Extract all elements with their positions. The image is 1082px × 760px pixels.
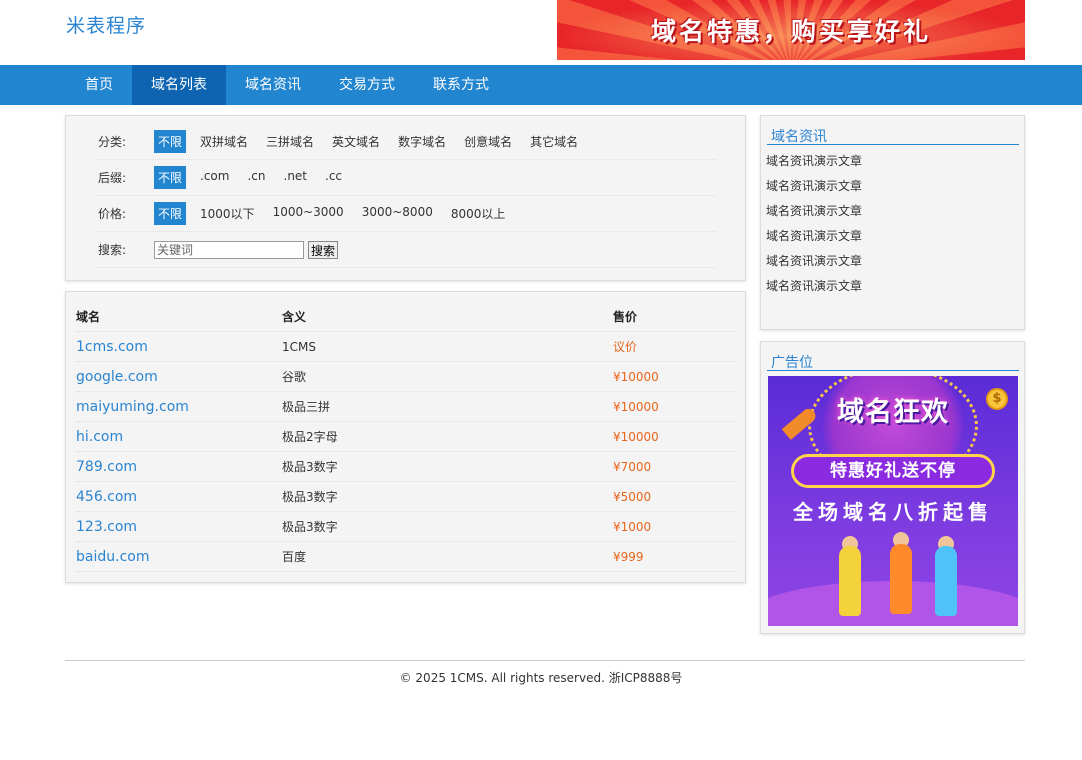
filter-row-category: 分类: 不限 双拼域名 三拼域名 英文域名 数字域名 创意域名 其它域名 (98, 124, 716, 160)
nav-item-2[interactable]: 域名资讯 (226, 65, 320, 105)
filter-label-suffix: 后缀: (98, 171, 127, 185)
news-item[interactable]: 域名资讯演示文章 (766, 178, 862, 203)
ad-image-title: 域名狂欢 (837, 397, 949, 428)
main-navbar: 首页 域名列表 域名资讯 交易方式 联系方式 (0, 65, 1082, 105)
top-banner-ad[interactable]: 域名特惠，购买享好礼 (557, 0, 1025, 60)
filter-row-suffix: 后缀: 不限 .com .cn .net .cc (98, 160, 716, 196)
table-row: maiyuming.com 极品三拼 ¥10000 (76, 392, 736, 422)
domain-table: 域名 含义 售价 1cms.com 1CMS 议价 google.com 谷歌 ¥1000… (76, 302, 736, 572)
news-panel-title[interactable]: 域名资讯 (767, 126, 1019, 145)
filter-option-price-3[interactable]: 3000~8000 (362, 202, 433, 225)
filter-option-category-2[interactable]: 三拼域名 (266, 130, 314, 153)
filter-label-search: 搜索: (98, 243, 127, 257)
table-row: hi.com 极品2字母 ¥10000 (76, 422, 736, 452)
nav-item-3[interactable]: 交易方式 (320, 65, 414, 105)
domain-price: ¥10000 (613, 399, 659, 414)
filter-label-category: 分类: (98, 135, 127, 149)
domain-price: 议价 (613, 340, 638, 354)
news-item[interactable]: 域名资讯演示文章 (766, 203, 862, 228)
nav-item-4[interactable]: 联系方式 (414, 65, 508, 105)
filter-option-suffix-4[interactable]: .cc (325, 166, 342, 189)
filter-option-suffix-3[interactable]: .net (284, 166, 308, 189)
filter-option-price-4[interactable]: 8000以上 (451, 202, 506, 225)
filter-option-suffix-2[interactable]: .cn (247, 166, 265, 189)
nav-items: 首页 域名列表 域名资讯 交易方式 联系方式 (66, 65, 508, 105)
domain-meaning: 极品3数字 (282, 490, 338, 504)
domain-table-panel: 域名 含义 售价 1cms.com 1CMS 议价 google.com 谷歌 ¥1000… (65, 291, 746, 583)
filter-option-category-0[interactable]: 不限 (154, 130, 187, 153)
filter-option-category-5[interactable]: 创意域名 (464, 130, 512, 153)
filter-row-search: 搜索: 搜索 (98, 232, 716, 268)
domain-link[interactable]: baidu.com (76, 549, 282, 565)
domain-link[interactable]: hi.com (76, 429, 282, 445)
filter-option-price-1[interactable]: 1000以下 (200, 202, 255, 225)
table-row: google.com 谷歌 ¥10000 (76, 362, 736, 392)
news-panel: 域名资讯 域名资讯演示文章 域名资讯演示文章 域名资讯演示文章 域名资讯演示文章 域名资… (760, 115, 1025, 330)
table-row: 1cms.com 1CMS 议价 (76, 332, 736, 362)
ad-panel-title: 广告位 (767, 352, 1019, 371)
domain-price: ¥10000 (613, 369, 659, 384)
table-row: 789.com 极品3数字 ¥7000 (76, 452, 736, 482)
news-item[interactable]: 域名资讯演示文章 (766, 228, 862, 253)
filter-option-suffix-0[interactable]: 不限 (154, 166, 187, 189)
nav-item-0[interactable]: 首页 (66, 65, 132, 105)
site-title[interactable]: 米表程序 (66, 11, 146, 38)
news-list: 域名资讯演示文章 域名资讯演示文章 域名资讯演示文章 域名资讯演示文章 域名资讯演示文章… (766, 153, 862, 303)
table-row: 123.com 极品3数字 ¥1000 (76, 512, 736, 542)
domain-meaning: 百度 (282, 550, 307, 564)
footer-divider (65, 660, 1025, 661)
domain-link[interactable]: 123.com (76, 519, 282, 535)
domain-meaning: 极品三拼 (282, 400, 331, 414)
filter-option-category-6[interactable]: 其它域名 (530, 130, 578, 153)
filter-panel: 分类: 不限 双拼域名 三拼域名 英文域名 数字域名 创意域名 其它域名 后缀: 不限 .co… (65, 115, 746, 281)
filter-option-category-1[interactable]: 双拼域名 (200, 130, 248, 153)
domain-price: ¥1000 (613, 519, 652, 534)
domain-price: ¥5000 (613, 489, 652, 504)
filter-row-price: 价格: 不限 1000以下 1000~3000 3000~8000 8000以上 (98, 196, 716, 232)
news-item[interactable]: 域名资讯演示文章 (766, 278, 862, 303)
domain-link[interactable]: 789.com (76, 459, 282, 475)
search-input[interactable] (154, 240, 304, 259)
table-row: baidu.com 百度 ¥999 (76, 542, 736, 572)
domain-meaning: 1CMS (282, 339, 316, 354)
table-header: 域名 含义 售价 (76, 302, 736, 332)
table-row: 456.com 极品3数字 ¥5000 (76, 482, 736, 512)
filter-option-category-3[interactable]: 英文域名 (332, 130, 380, 153)
domain-link[interactable]: 1cms.com (76, 339, 282, 355)
domain-price: ¥999 (613, 549, 644, 564)
person-icon (890, 544, 912, 614)
filter-option-price-0[interactable]: 不限 (154, 202, 187, 225)
ad-image-line: 全场域名八折起售 (793, 500, 993, 524)
news-item[interactable]: 域名资讯演示文章 (766, 153, 862, 178)
domain-meaning: 极品3数字 (282, 520, 338, 534)
search-button[interactable]: 搜索 (308, 240, 339, 259)
domain-meaning: 谷歌 (282, 370, 307, 384)
footer-copyright: © 2025 1CMS. All rights reserved. 浙ICP88… (399, 671, 683, 685)
filter-option-price-2[interactable]: 1000~3000 (273, 202, 344, 225)
ad-banner-image[interactable]: $ 域名狂欢 特惠好礼送不停 全场域名八折起售 (768, 376, 1018, 626)
top-banner-text: 域名特惠，购买享好礼 (650, 17, 931, 46)
header-meaning: 含义 (282, 310, 307, 324)
domain-meaning: 极品3数字 (282, 460, 338, 474)
domain-link[interactable]: 456.com (76, 489, 282, 505)
domain-link[interactable]: maiyuming.com (76, 399, 282, 415)
ad-image-pill: 特惠好礼送不停 (791, 454, 995, 488)
filter-option-category-4[interactable]: 数字域名 (398, 130, 446, 153)
domain-price: ¥7000 (613, 459, 652, 474)
domain-price: ¥10000 (613, 429, 659, 444)
domain-meaning: 极品2字母 (282, 430, 338, 444)
domain-link[interactable]: google.com (76, 369, 282, 385)
header-domain: 域名 (76, 310, 101, 324)
filter-label-price: 价格: (98, 207, 127, 221)
person-icon (935, 546, 957, 616)
header-price: 售价 (613, 310, 638, 324)
person-icon (839, 546, 861, 616)
filter-option-suffix-1[interactable]: .com (200, 166, 229, 189)
ad-panel: 广告位 $ 域名狂欢 特惠好礼送不停 全场域名八折起售 (760, 341, 1025, 634)
news-item[interactable]: 域名资讯演示文章 (766, 253, 862, 278)
nav-item-1[interactable]: 域名列表 (132, 65, 226, 105)
